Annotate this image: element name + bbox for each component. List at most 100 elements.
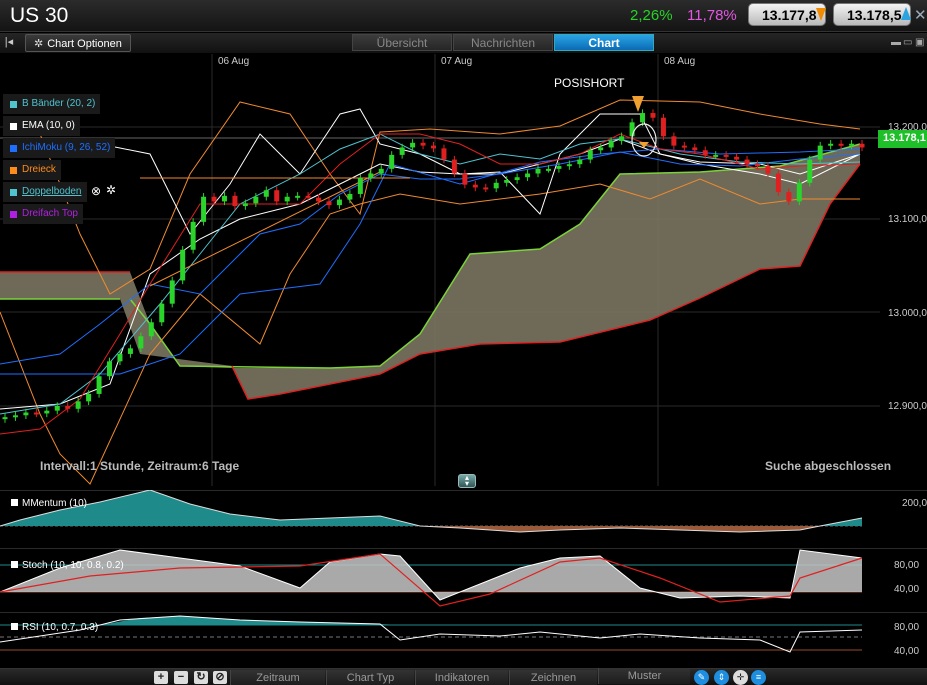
legend-swatch [10, 101, 17, 108]
candle-body [399, 147, 405, 155]
candle-body [410, 142, 416, 148]
arrows-icon[interactable]: ⇕ [714, 670, 729, 685]
rsi-pane[interactable]: RSI (10, 0.7, 0.3) 80,00 40,00 [0, 612, 927, 668]
tab-indikatoren[interactable]: Indikatoren [415, 670, 508, 685]
candle-body [587, 150, 593, 160]
legend-label: Dreifach Top [22, 208, 78, 219]
period-change: 11,78% [687, 7, 737, 24]
chart-options-label: Chart Optionen [47, 38, 122, 50]
legend-label: Doppelboden [22, 186, 82, 197]
candle-body [190, 221, 196, 250]
tab-zeichnen[interactable]: Zeichnen [509, 670, 597, 685]
pencil-icon[interactable]: ✎ [694, 670, 709, 685]
rsi-title: RSI (10, 0.7, 0.3) [11, 622, 98, 633]
tab-overview[interactable]: Übersicht [352, 34, 452, 51]
tab-muster[interactable]: Muster [598, 668, 690, 684]
ask-price-button[interactable]: 13.178,5 [833, 3, 911, 26]
settings-gear-icon[interactable]: ✲ [106, 183, 116, 197]
crosshair-icon[interactable]: ✛ [733, 670, 748, 685]
candle-body [316, 197, 322, 202]
zoom-in-button[interactable]: + [154, 671, 168, 684]
current-price-badge: 13.178,1 [878, 130, 927, 148]
refresh-icon[interactable]: ↻ [194, 671, 208, 684]
tab-zeitraum[interactable]: Zeitraum [230, 670, 325, 685]
legend-label: Dreieck [22, 164, 56, 175]
candle-body [117, 353, 123, 362]
zoom-out-button[interactable]: − [174, 671, 188, 684]
pane-resize-handle[interactable]: ▴ ▾ [458, 474, 476, 488]
legend-doppelboden[interactable]: Doppelboden [3, 182, 87, 202]
candle-body [201, 196, 207, 222]
candle-body [640, 113, 646, 123]
stoch-level-low: 40,00 [894, 584, 920, 595]
candle-body [629, 122, 635, 137]
candle-body [566, 164, 572, 167]
candle-body [431, 145, 436, 149]
candle-body [221, 195, 227, 202]
stoch-pane[interactable]: Stoch (10, 10, 0.8, 0.2) 80,00 40,00 [0, 548, 927, 612]
candle-body [96, 376, 102, 394]
legend-ema[interactable]: EMA (10, 0) [3, 116, 80, 136]
back-icon[interactable]: |◂ [0, 35, 18, 51]
price-chart-canvas [0, 54, 880, 486]
legend-label: B Bänder (20, 2) [22, 98, 96, 109]
legend-ichimoku[interactable]: IchiMoku (9, 26, 52) [3, 138, 116, 158]
candle-body [681, 145, 687, 148]
interval-info: Intervall:1 Stunde, Zeitraum:6 Tage [40, 459, 240, 473]
stoch-level-high: 80,00 [894, 560, 920, 571]
tab-chart-typ[interactable]: Chart Typ [326, 670, 414, 685]
restore-icon[interactable]: ▭ [903, 37, 912, 48]
legend-dreifach-top[interactable]: Dreifach Top [3, 204, 83, 224]
candle-body [451, 159, 457, 174]
candle-body [650, 113, 656, 118]
chart-toolbar: |◂ ✲ Chart Optionen Übersicht Nachrichten… [0, 33, 927, 53]
candle-body [859, 143, 865, 148]
tab-news[interactable]: Nachrichten [453, 34, 553, 51]
candle-body [849, 143, 855, 146]
candle-body [232, 195, 238, 207]
bid-price: 13.177,8 [762, 7, 817, 23]
candle-body [525, 173, 531, 178]
rsi-level-high: 80,00 [894, 622, 920, 633]
candle-body [389, 154, 395, 169]
candle-body [138, 336, 144, 349]
price-axis-label: 13.000,0 [888, 308, 927, 319]
candle-body [12, 415, 18, 418]
candle-body [148, 322, 154, 337]
minimize-icon[interactable]: ▬ [891, 37, 901, 48]
legend-dreieck[interactable]: Dreieck [3, 160, 61, 180]
bid-price-button[interactable]: 13.177,8 [748, 3, 826, 26]
momentum-pane[interactable]: MMentum (10) 200,0 [0, 490, 927, 548]
legend-bollinger[interactable]: B Bänder (20, 2) [3, 94, 101, 114]
price-chart[interactable]: 06 Aug 07 Aug 08 Aug 13.200,0 13.100,0 1… [0, 54, 927, 486]
candle-body [357, 178, 363, 194]
cancel-icon[interactable]: ⊘ [213, 671, 227, 684]
candle-body [598, 147, 604, 151]
momentum-level-label: 200,0 [902, 498, 927, 509]
chart-options-button[interactable]: ✲ Chart Optionen [25, 34, 131, 52]
candle-body [263, 190, 269, 197]
candle-body [660, 117, 666, 137]
candle-body [54, 406, 60, 411]
candle-body [75, 401, 81, 409]
candle-body [347, 193, 353, 200]
legend-swatch [10, 145, 17, 152]
candle-body [692, 147, 698, 151]
legend-swatch [10, 189, 17, 196]
candle-body [242, 203, 248, 207]
candle-body [127, 348, 133, 354]
candle-body [169, 280, 175, 304]
menu-icon[interactable]: ≡ [751, 670, 766, 685]
candle-body [671, 136, 677, 146]
candle-body [44, 410, 50, 414]
candle-body [786, 192, 792, 202]
candle-body [514, 177, 520, 181]
date-label: 08 Aug [664, 56, 696, 67]
close-icon[interactable]: ✕ [914, 6, 927, 24]
candle-body [326, 201, 332, 206]
tab-chart[interactable]: Chart [554, 34, 654, 51]
candle-body [828, 143, 834, 146]
stoch-title: Stoch (10, 10, 0.8, 0.2) [11, 560, 124, 571]
remove-indicator-icon[interactable]: ⊗ [91, 184, 101, 198]
maximize-icon[interactable]: ▣ [915, 37, 924, 48]
